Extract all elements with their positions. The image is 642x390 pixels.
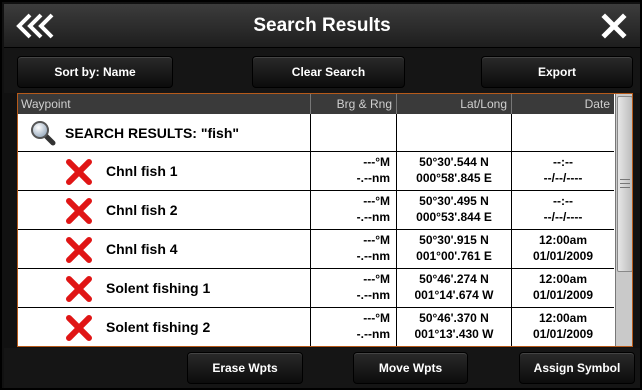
search-cell: SEARCH RESULTS: "fish" xyxy=(18,114,311,151)
range-value: -.--nm xyxy=(356,327,390,341)
longitude-value: 001°14'.674 W xyxy=(414,288,494,302)
bearing-value: ---°M xyxy=(363,233,390,247)
longitude-value: 001°00'.761 E xyxy=(416,249,492,263)
brg-rng-cell: ---°M -.--nm xyxy=(311,230,397,268)
lat-long-cell: 50°30'.495 N 000°53'.844 E xyxy=(397,191,512,229)
waypoint-cell: Chnl fish 4 xyxy=(18,230,311,268)
page-title: Search Results xyxy=(253,15,391,36)
waypoint-x-icon xyxy=(66,237,92,263)
table-row[interactable]: Solent fishing 2 ---°M -.--nm 50°46'.370 … xyxy=(18,308,614,346)
empty-cell xyxy=(311,114,397,151)
bearing-value: ---°M xyxy=(363,155,390,169)
magnifier-icon xyxy=(31,121,56,146)
waypoint-x-icon xyxy=(66,159,92,185)
toolbar: Sort by: Name Clear Search Export xyxy=(4,48,640,93)
waypoint-x-icon xyxy=(66,315,92,341)
waypoint-table: Waypoint Brg & Rng Lat/Long Date SEARCH … xyxy=(17,93,633,347)
waypoint-name: Solent fishing 2 xyxy=(106,319,211,335)
brg-rng-cell: ---°M -.--nm xyxy=(311,191,397,229)
range-value: -.--nm xyxy=(356,288,390,302)
date-value: --/--/---- xyxy=(543,210,583,224)
latitude-value: 50°30'.915 N xyxy=(419,233,489,247)
column-header-date[interactable]: Date xyxy=(512,94,614,114)
close-icon[interactable] xyxy=(600,12,628,40)
assign-symbol-button[interactable]: Assign Symbol xyxy=(519,352,635,384)
latitude-value: 50°30'.544 N xyxy=(419,155,489,169)
waypoint-cell: Solent fishing 2 xyxy=(18,308,311,346)
range-value: -.--nm xyxy=(356,210,390,224)
date-cell: --:-- --/--/---- xyxy=(512,191,614,229)
grip-line xyxy=(620,179,630,180)
waypoint-name: Chnl fish 4 xyxy=(106,241,178,257)
latitude-value: 50°46'.370 N xyxy=(419,311,489,325)
lat-long-cell: 50°30'.544 N 000°58'.845 E xyxy=(397,152,512,190)
search-results-row: SEARCH RESULTS: "fish" xyxy=(18,114,614,152)
bearing-value: ---°M xyxy=(363,194,390,208)
clear-search-button[interactable]: Clear Search xyxy=(252,56,405,88)
empty-cell xyxy=(512,114,614,151)
table-row[interactable]: Chnl fish 4 ---°M -.--nm 50°30'.915 N 001°… xyxy=(18,230,614,269)
time-value: 12:00am xyxy=(538,272,588,286)
waypoint-name: Solent fishing 1 xyxy=(106,280,211,296)
waypoint-cell: Solent fishing 1 xyxy=(18,269,311,307)
column-header-waypoint[interactable]: Waypoint xyxy=(18,94,311,114)
longitude-value: 000°58'.845 E xyxy=(416,171,492,185)
scrollbar-thumb[interactable] xyxy=(617,96,632,272)
search-results-window: Search Results Sort by: Name Clear Searc… xyxy=(0,0,642,390)
brg-rng-cell: ---°M -.--nm xyxy=(311,308,397,346)
date-value: 01/01/2009 xyxy=(532,327,594,341)
date-cell: --:-- --/--/---- xyxy=(512,152,614,190)
date-cell: 12:00am 01/01/2009 xyxy=(512,230,614,268)
waypoint-x-icon xyxy=(66,276,92,302)
range-value: -.--nm xyxy=(356,171,390,185)
longitude-value: 001°13'.430 W xyxy=(414,327,494,341)
time-value: --:-- xyxy=(553,194,573,208)
date-cell: 12:00am 01/01/2009 xyxy=(512,269,614,307)
erase-waypoints-button[interactable]: Erase Wpts xyxy=(187,352,303,384)
time-value: 12:00am xyxy=(538,311,588,325)
table-header: Waypoint Brg & Rng Lat/Long Date xyxy=(18,94,614,114)
table-row[interactable]: Solent fishing 1 ---°M -.--nm 50°46'.274 … xyxy=(18,269,614,308)
footer-toolbar: Erase Wpts Move Wpts Assign Symbol xyxy=(4,348,640,388)
waypoint-cell: Chnl fish 2 xyxy=(18,191,311,229)
column-header-brg-rng[interactable]: Brg & Rng xyxy=(311,94,397,114)
waypoint-x-icon xyxy=(66,198,92,224)
time-value: --:-- xyxy=(553,155,573,169)
sort-by-button[interactable]: Sort by: Name xyxy=(17,56,173,88)
search-results-label: SEARCH RESULTS: "fish" xyxy=(65,125,240,141)
grip-line xyxy=(620,183,630,184)
move-waypoints-button[interactable]: Move Wpts xyxy=(353,352,468,384)
bearing-value: ---°M xyxy=(363,311,390,325)
empty-cell xyxy=(397,114,512,151)
latitude-value: 50°30'.495 N xyxy=(419,194,489,208)
range-value: -.--nm xyxy=(356,249,390,263)
date-cell: 12:00am 01/01/2009 xyxy=(512,308,614,346)
vertical-scrollbar[interactable] xyxy=(615,94,632,346)
lat-long-cell: 50°46'.370 N 001°13'.430 W xyxy=(397,308,512,346)
brg-rng-cell: ---°M -.--nm xyxy=(311,269,397,307)
brg-rng-cell: ---°M -.--nm xyxy=(311,152,397,190)
date-value: --/--/---- xyxy=(543,171,583,185)
grip-line xyxy=(620,187,630,188)
latitude-value: 50°46'.274 N xyxy=(419,272,489,286)
export-button[interactable]: Export xyxy=(481,56,633,88)
date-value: 01/01/2009 xyxy=(532,249,594,263)
lat-long-cell: 50°30'.915 N 001°00'.761 E xyxy=(397,230,512,268)
waypoint-cell: Chnl fish 1 xyxy=(18,152,311,190)
waypoint-name: Chnl fish 1 xyxy=(106,163,178,179)
table-row[interactable]: Chnl fish 2 ---°M -.--nm 50°30'.495 N 000°… xyxy=(18,191,614,230)
table-body: SEARCH RESULTS: "fish" Chnl fish 1 ---°M… xyxy=(18,114,614,346)
lat-long-cell: 50°46'.274 N 001°14'.674 W xyxy=(397,269,512,307)
column-header-lat-long[interactable]: Lat/Long xyxy=(397,94,512,114)
table-row[interactable]: Chnl fish 1 ---°M -.--nm 50°30'.544 N 000°… xyxy=(18,152,614,191)
waypoint-name: Chnl fish 2 xyxy=(106,202,178,218)
time-value: 12:00am xyxy=(538,233,588,247)
bearing-value: ---°M xyxy=(363,272,390,286)
date-value: 01/01/2009 xyxy=(532,288,594,302)
longitude-value: 000°53'.844 E xyxy=(416,210,492,224)
title-bar: Search Results xyxy=(4,4,640,48)
